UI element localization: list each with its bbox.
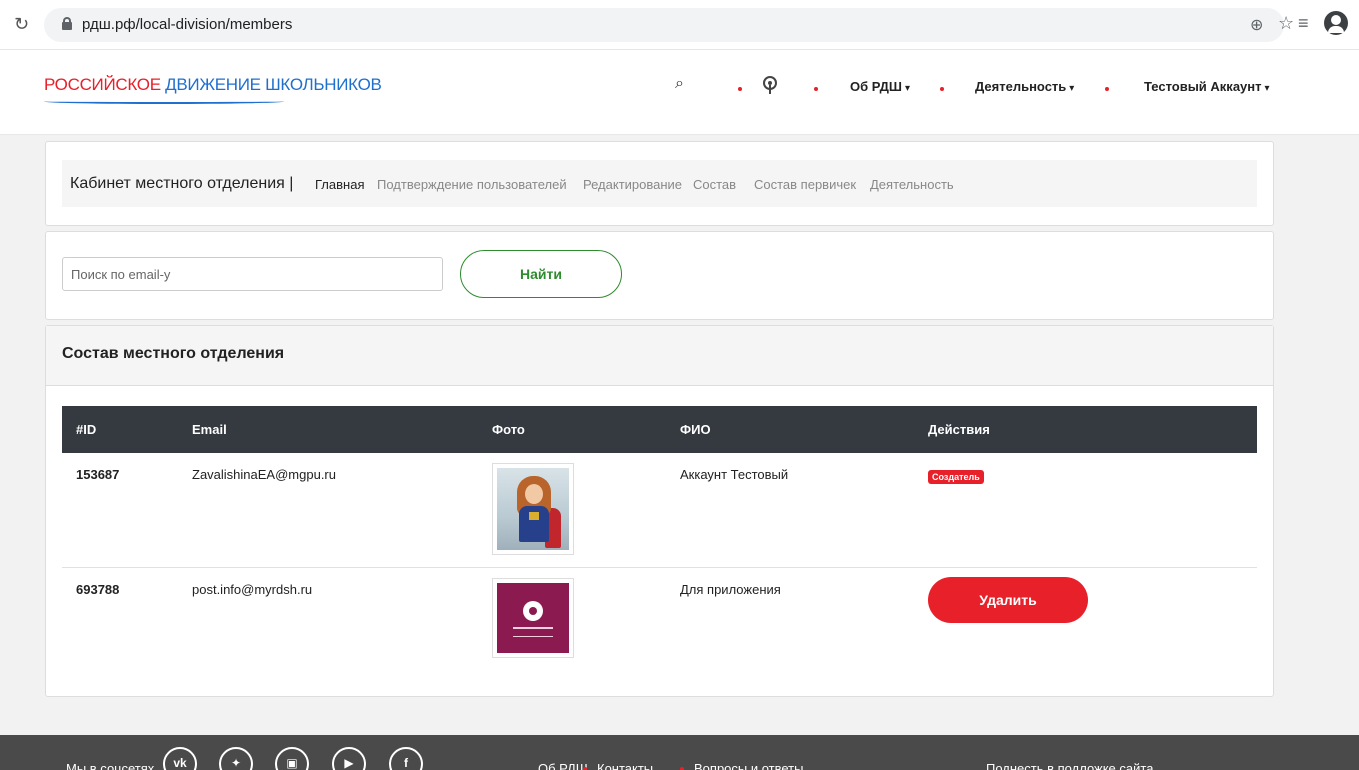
browser-toolbar: ↻ рдш.рф/local-division/members ⊕ ☆ ≡: [0, 0, 1359, 50]
facebook-icon[interactable]: f: [389, 747, 423, 770]
member-photo: [492, 463, 574, 555]
footer-link-faq[interactable]: Вопросы и ответы: [694, 761, 803, 770]
nav-separator-dot: [940, 87, 944, 91]
tab-editing[interactable]: Редактирование: [583, 177, 682, 192]
table-row: 153687 ZavalishinaEA@mgpu.ru Аккаунт Тес…: [62, 453, 1257, 568]
chevron-down-icon: ▾: [1264, 83, 1270, 94]
column-header-name: ФИО: [680, 422, 711, 437]
member-name: Для приложения: [680, 582, 781, 597]
chevron-down-icon: ▾: [904, 83, 910, 94]
logo-text-blue: Движение школьников: [165, 75, 382, 94]
table-row: 693788 post.info@myrdsh.ru Для приложени…: [62, 568, 1257, 668]
footer-link-contacts[interactable]: Контакты: [597, 761, 653, 770]
url-text[interactable]: рдш.рф/local-division/members: [82, 16, 292, 33]
youtube-icon[interactable]: ▶: [332, 747, 366, 770]
instagram-icon[interactable]: ▣: [275, 747, 309, 770]
footer-link-about[interactable]: Об РДШ: [538, 761, 588, 770]
column-header-photo: Фото: [492, 422, 525, 437]
cabinet-nav-panel: Кабинет местного отделения | Главная Под…: [45, 141, 1274, 226]
chevron-down-icon: ▾: [1069, 83, 1075, 94]
logo-swoosh: [44, 99, 284, 104]
lock-icon[interactable]: [62, 17, 72, 30]
member-id: 693788: [76, 582, 120, 597]
site-logo[interactable]: Российское Движение школьников: [44, 75, 382, 95]
nav-account[interactable]: Тестовый Аккаунт ▾: [1144, 79, 1270, 94]
footer-social-label: Мы в соцсетях: [66, 761, 155, 770]
member-email: post.info@myrdsh.ru: [192, 582, 313, 597]
footer-right-text: Поднесть в подложке сайта: [986, 761, 1154, 770]
column-header-email: Email: [192, 422, 227, 437]
nav-separator-dot: [1105, 87, 1109, 91]
members-panel: Состав местного отделения #ID Email Фото…: [45, 325, 1274, 697]
cabinet-title: Кабинет местного отделения |: [70, 175, 294, 192]
tab-activity[interactable]: Деятельность: [870, 177, 954, 192]
table-header: #ID Email Фото ФИО Действия: [62, 406, 1257, 453]
bookmark-star-icon[interactable]: ☆: [1278, 13, 1294, 34]
nav-activity[interactable]: Деятельность ▾: [975, 79, 1074, 94]
member-name: Аккаунт Тестовый: [680, 467, 789, 482]
nav-separator-dot: [814, 87, 818, 91]
nav-about[interactable]: Об РДШ ▾: [850, 79, 910, 94]
logo-text-red: Российское: [44, 75, 161, 94]
tab-user-confirmation[interactable]: Подтверждение пользователей: [377, 177, 567, 192]
members-header: Состав местного отделения: [46, 326, 1273, 386]
address-bar[interactable]: рдш.рф/local-division/members ⊕ ☆: [44, 8, 1294, 42]
zoom-icon[interactable]: ⊕: [1250, 15, 1263, 35]
find-button[interactable]: Найти: [460, 250, 622, 298]
avatar-image: [497, 468, 569, 550]
column-header-actions: Действия: [928, 422, 990, 437]
profile-icon[interactable]: [1324, 11, 1348, 35]
site-header: Российское Движение школьников ⌕ Об РДШ ▾…: [0, 50, 1359, 135]
reading-list-icon[interactable]: ≡: [1298, 13, 1309, 34]
tab-members[interactable]: Состав: [693, 177, 736, 192]
member-id: 153687: [76, 467, 120, 482]
twitter-icon[interactable]: ✦: [219, 747, 253, 770]
member-photo: [492, 578, 574, 658]
tab-main[interactable]: Главная: [315, 177, 364, 192]
email-search-input[interactable]: [62, 257, 443, 291]
delete-button[interactable]: Удалить: [928, 577, 1088, 623]
tab-primary-members[interactable]: Состав первичек: [754, 177, 856, 192]
reload-icon[interactable]: ↻: [14, 14, 29, 35]
cabinet-nav: Кабинет местного отделения | Главная Под…: [62, 160, 1257, 207]
column-header-id: #ID: [76, 422, 97, 437]
vk-icon[interactable]: vk: [163, 747, 197, 770]
avatar-image: [497, 583, 569, 653]
nav-separator-dot: [738, 87, 742, 91]
creator-badge: Создатель: [928, 470, 984, 484]
site-footer: Мы в соцсетях vk ✦ ▣ ▶ f Об РДШ Контакты…: [0, 735, 1359, 770]
search-icon[interactable]: ⌕: [675, 75, 684, 93]
member-email: ZavalishinaEA@mgpu.ru: [192, 467, 336, 482]
search-panel: Найти: [45, 231, 1274, 320]
members-title: Состав местного отделения: [62, 345, 285, 362]
podcast-icon[interactable]: [762, 76, 778, 94]
